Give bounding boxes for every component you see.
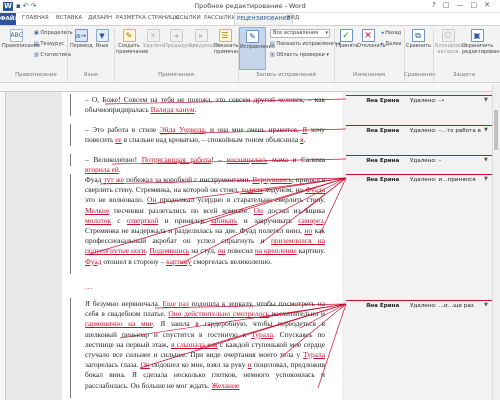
balloon-border	[346, 300, 492, 301]
revision-balloon[interactable]: Яна Ерина Удалено: …и…ще раз ▼	[346, 300, 492, 314]
balloon-border	[346, 125, 492, 126]
expand-arrow-icon[interactable]: ▼	[484, 157, 488, 163]
expand-arrow-icon[interactable]: ▼	[484, 176, 488, 182]
revision-balloon[interactable]: Яна Ерина Удалено: –• ▼	[346, 95, 492, 109]
expand-arrow-icon[interactable]: ▼	[484, 127, 488, 133]
expand-arrow-icon[interactable]: ▼	[484, 97, 488, 103]
revision-balloon[interactable]: Яна Ерина Удалено: – ▼	[346, 155, 492, 169]
revision-balloon[interactable]: Яна Ерина Удалено: –…то работа в ▼	[346, 125, 492, 139]
comment-connector-lines	[89, 98, 347, 389]
expand-arrow-icon[interactable]: ▼	[484, 302, 488, 308]
balloon-border	[346, 95, 492, 96]
balloon-border	[346, 174, 492, 175]
balloon-border	[346, 155, 492, 156]
revision-balloon[interactable]: Яна Ерина Удалено: и…принялся ▼	[346, 174, 492, 188]
